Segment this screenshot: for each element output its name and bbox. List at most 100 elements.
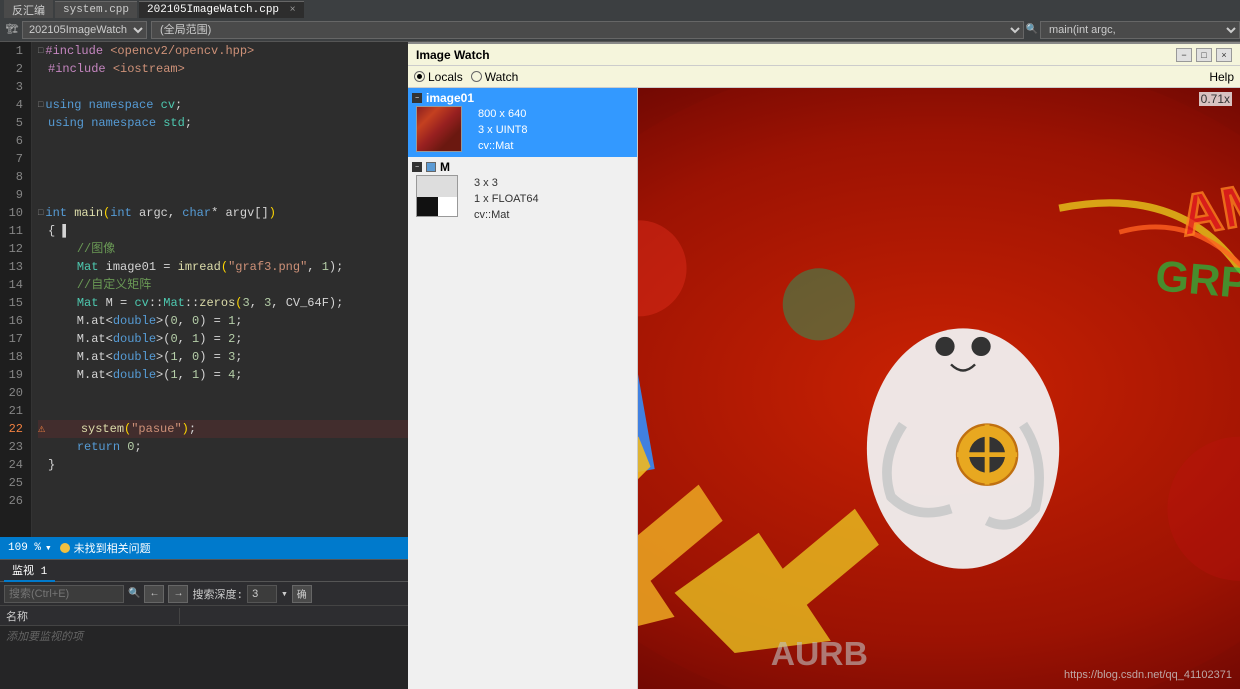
imagewatch-title: Image Watch bbox=[416, 48, 490, 62]
imagewatch-item-info-m: 3 x 3 1 x FLOAT64 cv::Mat bbox=[458, 175, 539, 223]
code-line-15: Mat M = cv::Mat::zeros(3, 3, CV_64F); bbox=[38, 294, 408, 312]
code-line-2: #include <iostream> bbox=[38, 60, 408, 78]
watch-toolbar: 🔍 ← → 搜索深度: ▾ 确 bbox=[0, 582, 408, 606]
imagewatch-toolbar: Locals Watch Help bbox=[408, 66, 1240, 88]
warning-dot-icon bbox=[60, 543, 70, 553]
imagewatch-header: Image Watch − □ × bbox=[408, 42, 1240, 66]
code-line-10: □int main(int argc, char* argv[]) bbox=[38, 204, 408, 222]
m-matrix-svg bbox=[417, 176, 458, 217]
imagewatch-window-controls: − □ × bbox=[1176, 48, 1232, 62]
code-line-1: □#include <opencv2/opencv.hpp> bbox=[38, 42, 408, 60]
imagewatch-item-header-image01: − image01 bbox=[412, 91, 633, 105]
code-line-21 bbox=[38, 402, 408, 420]
code-line-22: ⚠ system("pasue"); bbox=[38, 420, 408, 438]
minimize-button[interactable]: − bbox=[1176, 48, 1192, 62]
tab-system-cpp[interactable]: system.cpp bbox=[55, 1, 137, 18]
code-line-5: using namespace std; bbox=[38, 114, 408, 132]
code-line-9 bbox=[38, 186, 408, 204]
main-toolbar: 🏗 202105ImageWatch (全局范围) 🔍 main(int arg… bbox=[0, 18, 1240, 42]
status-zoom: 109 % ▾ bbox=[8, 541, 52, 555]
imagewatch-item-m[interactable]: − M bbox=[408, 157, 637, 226]
watch-table: 名称 添加要监视的项 bbox=[0, 606, 408, 689]
close-button[interactable]: × bbox=[1216, 48, 1232, 62]
svg-text:AURB: AURB bbox=[771, 636, 868, 673]
tab-decompile[interactable]: 反汇编 bbox=[4, 0, 53, 20]
collapse-icon-m[interactable]: − bbox=[412, 162, 422, 172]
code-content[interactable]: □#include <opencv2/opencv.hpp> #include … bbox=[32, 42, 408, 537]
locals-radio-circle bbox=[414, 71, 425, 82]
code-lines: 1 2 3 4 5 6 7 8 9 10 11 12 13 14 bbox=[0, 42, 408, 537]
imagewatch-item-name-image01: image01 bbox=[426, 91, 474, 105]
imagewatch-content: − image01 800 x 640 3 x UINT8 cv::Mat bbox=[408, 88, 1240, 689]
watch-header: 名称 bbox=[0, 606, 408, 626]
watermark-text: https://blog.csdn.net/qq_41102371 bbox=[1064, 669, 1232, 681]
view-mode-radio-group: Locals Watch bbox=[414, 70, 518, 84]
watch-add-row[interactable]: 添加要监视的项 bbox=[0, 626, 408, 646]
code-line-18: M.at<double>(1, 0) = 3; bbox=[38, 348, 408, 366]
main-layout: 1 2 3 4 5 6 7 8 9 10 11 12 13 14 bbox=[0, 42, 1240, 689]
tab-close-icon[interactable]: × bbox=[290, 5, 296, 16]
left-panel: 1 2 3 4 5 6 7 8 9 10 11 12 13 14 bbox=[0, 42, 408, 689]
restore-button[interactable]: □ bbox=[1196, 48, 1212, 62]
code-line-7 bbox=[38, 150, 408, 168]
watch-add-item: 添加要监视的项 bbox=[0, 626, 89, 646]
code-line-3 bbox=[38, 78, 408, 96]
collapse-btn-1[interactable]: □ bbox=[38, 42, 43, 60]
imagewatch-thumb-m bbox=[416, 175, 458, 217]
watch-col-name: 名称 bbox=[0, 608, 180, 624]
code-line-8 bbox=[38, 168, 408, 186]
code-line-23: return 0; bbox=[38, 438, 408, 456]
imagewatch-variable-list: − image01 800 x 640 3 x UINT8 cv::Mat bbox=[408, 88, 638, 689]
collapse-btn-10[interactable]: □ bbox=[38, 204, 43, 222]
status-warning: 未找到相关问题 bbox=[60, 540, 151, 556]
watch-tab-1[interactable]: 监视 1 bbox=[4, 560, 55, 582]
code-line-26 bbox=[38, 492, 408, 510]
svg-text:GRP: GRP bbox=[1154, 252, 1240, 308]
code-line-19: M.at<double>(1, 1) = 4; bbox=[38, 366, 408, 384]
watch-radio-circle bbox=[471, 71, 482, 82]
tab-bar: 反汇编 system.cpp 202105ImageWatch.cpp × bbox=[0, 0, 1240, 18]
watch-radio[interactable]: Watch bbox=[471, 70, 519, 84]
search-icon: 🔍 bbox=[128, 588, 140, 600]
code-area: 1 2 3 4 5 6 7 8 9 10 11 12 13 14 bbox=[0, 42, 408, 537]
code-line-11: { ▌ bbox=[38, 222, 408, 240]
tab-imagewatch-cpp[interactable]: 202105ImageWatch.cpp × bbox=[139, 1, 304, 18]
search-back-btn[interactable]: ← bbox=[144, 585, 164, 603]
search-depth-input[interactable] bbox=[247, 585, 277, 603]
locals-radio[interactable]: Locals bbox=[414, 70, 463, 84]
imagewatch-item-header-m: − M bbox=[412, 160, 633, 174]
code-line-13: Mat image01 = imread("graf3.png", 1); bbox=[38, 258, 408, 276]
graffiti-image: AM GRP AURB bbox=[638, 88, 1240, 689]
imagewatch-item-image01[interactable]: − image01 800 x 640 3 x UINT8 cv::Mat bbox=[408, 88, 637, 157]
code-line-20 bbox=[38, 384, 408, 402]
zoom-label: 0.71x bbox=[1199, 92, 1232, 106]
code-line-24: } bbox=[38, 456, 408, 474]
watch-panel: 监视 1 🔍 ← → 搜索深度: ▾ 确 名称 bbox=[0, 559, 408, 689]
watch-search-input[interactable] bbox=[4, 585, 124, 603]
imagewatch-thumb-image01 bbox=[416, 106, 462, 152]
imagewatch-panel: Image Watch − □ × Locals Watch bbox=[408, 42, 1240, 689]
imagewatch-item-name-m: M bbox=[440, 160, 450, 174]
imagewatch-item-info-image01: 800 x 640 3 x UINT8 cv::Mat bbox=[462, 106, 528, 154]
search-forward-btn[interactable]: → bbox=[168, 585, 188, 603]
code-line-14: //自定义矩阵 bbox=[38, 276, 408, 294]
imagewatch-image-area: 0.71x bbox=[638, 88, 1240, 689]
code-line-17: M.at<double>(0, 1) = 2; bbox=[38, 330, 408, 348]
function-select[interactable]: main(int argc, bbox=[1040, 21, 1240, 39]
code-line-6 bbox=[38, 132, 408, 150]
line-numbers: 1 2 3 4 5 6 7 8 9 10 11 12 13 14 bbox=[0, 42, 32, 537]
code-line-25 bbox=[38, 474, 408, 492]
project-select[interactable]: 202105ImageWatch bbox=[22, 21, 147, 39]
help-link[interactable]: Help bbox=[1209, 70, 1234, 84]
apply-search-btn[interactable]: 确 bbox=[292, 585, 312, 603]
code-line-4: □using namespace cv; bbox=[38, 96, 408, 114]
collapse-btn-4[interactable]: □ bbox=[38, 96, 43, 114]
color-box-m bbox=[426, 162, 436, 172]
collapse-icon-image01[interactable]: − bbox=[412, 93, 422, 103]
project-icon: 🏗 bbox=[4, 22, 20, 38]
status-bar: 109 % ▾ 未找到相关问题 bbox=[0, 537, 408, 559]
scope-select[interactable]: (全局范围) bbox=[151, 21, 1024, 39]
search-toolbar-icon: 🔍 bbox=[1024, 22, 1040, 38]
panel-tabs: 监视 1 bbox=[0, 560, 408, 582]
code-line-12: //图像 bbox=[38, 240, 408, 258]
